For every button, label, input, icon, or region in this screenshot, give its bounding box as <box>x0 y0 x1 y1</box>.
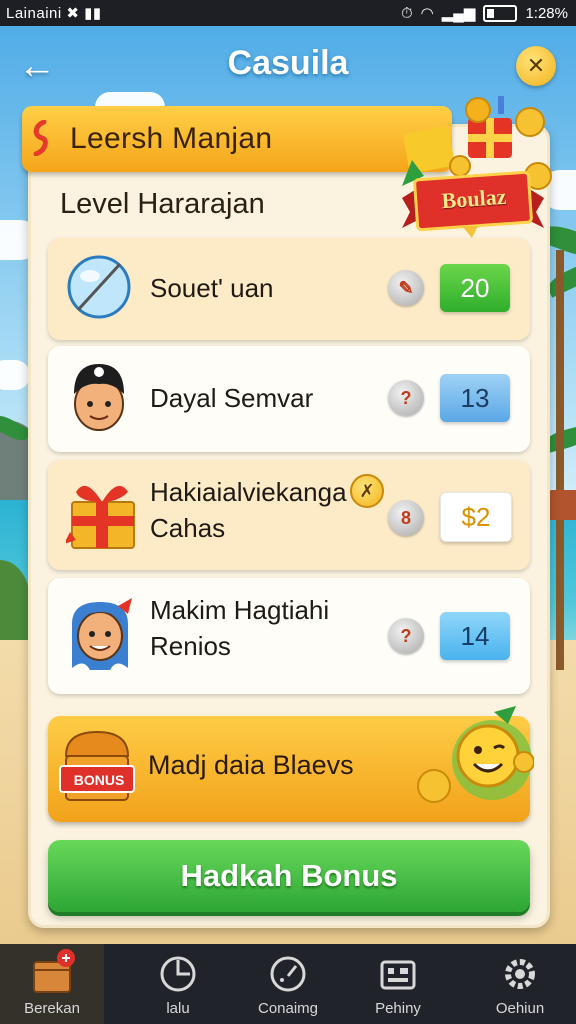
bonus-row[interactable]: BONUS Madj daia Blaevs <box>48 706 534 822</box>
panel-banner: Leersh Manjan <box>22 106 452 172</box>
swirl-icon <box>33 120 48 156</box>
question-icon: ? <box>388 618 424 654</box>
row-label-line1: Hakiaialviekanga <box>150 477 347 507</box>
treasure-chest-icon <box>59 730 135 801</box>
gauge-icon <box>270 956 306 992</box>
row-label-line2: Renios <box>150 631 231 661</box>
cell-signal-icon: ▂▄▆ <box>441 5 476 22</box>
tab-lalu[interactable]: lalu <box>126 944 230 1024</box>
signal-icon: ⏱ <box>400 4 413 22</box>
chart-icon <box>160 956 196 992</box>
tab-label: Conaimg <box>257 1000 319 1017</box>
avatar-boy-icon <box>74 364 124 431</box>
avatar-girl-icon <box>72 598 132 670</box>
tab-conaimg[interactable]: Conaimg <box>236 944 340 1024</box>
list-item[interactable]: Dayal Semvar ? 13 <box>48 346 530 452</box>
row-value: 14 <box>440 612 510 660</box>
row-label: Dayal Semvar <box>150 383 314 413</box>
battery-percent: 1:28% <box>525 4 568 22</box>
status-bar: Lainaini ✖ ▮▮ ⏱ ◠ ▂▄▆ 1:28% <box>0 0 576 26</box>
gift-box-icon <box>66 485 135 549</box>
pencil-icon: ✎ <box>388 270 424 306</box>
row-label-line2: Cahas <box>150 513 226 543</box>
level-subtitle: Level Hararajan <box>60 188 265 220</box>
question-icon: 8 <box>388 500 424 536</box>
balloon-icon <box>67 255 131 319</box>
tab-berekan[interactable]: Berekan <box>0 944 104 1024</box>
storage-icon <box>380 960 416 990</box>
treasure-chest-icon <box>33 949 75 993</box>
tab-label: Berekan <box>24 1000 80 1017</box>
coin-icon: ✗ <box>350 474 384 508</box>
gear-icon[interactable]: ✕ <box>516 46 556 86</box>
tab-label: lalu <box>166 1000 190 1017</box>
banner-title: Leersh Manjan <box>70 122 273 155</box>
tab-label: Pehiny <box>375 1000 421 1017</box>
row-value: 13 <box>440 374 510 422</box>
smiley-coins-decoration <box>417 706 534 803</box>
page-title: Casuila <box>227 44 349 82</box>
question-icon: ? <box>388 380 424 416</box>
row-label: Souet' uan <box>150 273 274 303</box>
row-value: 20 <box>440 264 510 312</box>
bonus-label: Madj daia Blaevs <box>148 750 354 780</box>
wifi-icon: ◠ <box>420 5 434 22</box>
bottom-tab-bar: Berekan lalu Conaimg Pehiny Oehiun <box>0 944 576 1024</box>
list-item[interactable]: Hakiaialviekanga Cahas ✗ 8 $2 <box>48 460 530 570</box>
tab-label: Oehiun <box>495 1000 545 1017</box>
tab-pehiny[interactable]: Pehiny <box>346 944 450 1024</box>
chest-label: BONUS <box>73 772 125 788</box>
settings-icon <box>505 959 535 989</box>
list-item[interactable]: Makim Hagtiahi Renios ? 14 <box>48 578 530 694</box>
list-item[interactable]: Souet' uan ✎ 20 <box>48 238 530 340</box>
row-label-line1: Makim Hagtiahi <box>150 595 330 625</box>
battery-icon <box>483 4 518 22</box>
claim-bonus-button[interactable]: Hadkah Bonus <box>48 840 530 912</box>
tab-oehiun[interactable]: Oehiun <box>468 944 572 1024</box>
row-value: $2 <box>440 492 512 542</box>
status-left: Lainaini ✖ ▮▮ <box>6 5 102 22</box>
